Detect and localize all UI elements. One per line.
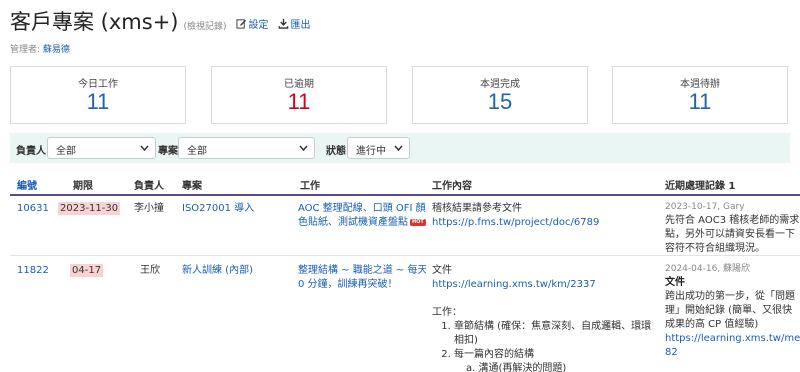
table-header: 編號 期限 負責人 專案 工作 工作內容 近期處理記錄 1 [10, 168, 800, 196]
owner-select-value: 全部 [56, 146, 76, 157]
task-id-link[interactable]: 10631 [17, 202, 49, 216]
log-text-line: 點，另外可以請資安長看一下 [665, 229, 795, 240]
log-text-line: 容符不符合組織現況。 [665, 243, 765, 254]
list-item: 章節結構 (確保：焦意深刻、自成邏輯、環環相扣) [454, 320, 662, 348]
export-label: 匯出 [290, 20, 311, 31]
log-url-link[interactable]: 82 [665, 346, 800, 360]
log-url-link[interactable]: https://learning.xms.tw/media [665, 332, 800, 346]
deadline-value: 2023-11-30 [58, 202, 121, 215]
log-text-line: 先符合 AOC3 稽核老師的需求 [665, 215, 800, 226]
task-text-line: 色貼紙、測試機資產盤點 [298, 217, 408, 228]
task-text-line: 整理結構 ~ 職能之道 ~ 每天 1 [298, 265, 426, 276]
table-row: 11822 04-17 王欣 新人訓練 (內部) 整理結構 ~ 職能之道 ~ 每… [10, 258, 800, 372]
task-text-line: AOC 整理配線、口頭 OFI 顏 [298, 203, 426, 214]
owner-select[interactable]: 全部 [47, 137, 156, 159]
summary-cards: 今日工作 11 已逾期 11 本週完成 15 本週待辦 11 [10, 66, 790, 124]
card-value: 15 [487, 89, 513, 114]
col-header-content: 工作內容 [432, 181, 472, 192]
card-today[interactable]: 今日工作 11 [10, 66, 186, 124]
project-link[interactable]: ISO27001 導入 [182, 202, 254, 216]
log-title: 文件 [665, 277, 685, 288]
deadline-badge: 04-17 [70, 264, 104, 278]
card-value: 11 [688, 89, 712, 114]
content-section-title: 工作： [432, 307, 462, 318]
log-meta: 2023-10-17, Gary [665, 202, 745, 212]
content-text: 稽核結果請參考文件 [432, 203, 522, 214]
card-completed-this-week[interactable]: 本週完成 15 [412, 66, 588, 124]
deadline-value: 04-17 [70, 264, 104, 277]
project-link[interactable]: 新人訓練 (內部) [182, 264, 253, 278]
card-label: 已逾期 [284, 79, 314, 90]
task-text-line: 0 分鐘，訓練再突破！ [298, 279, 398, 290]
task-content: 稽核結果請參考文件 https://p.fms.tw/project/doc/6… [432, 202, 657, 230]
sub-list-item: a. 溝通(再解決的問題) [466, 363, 567, 372]
view-log-link[interactable]: (檢視記錄) [183, 19, 226, 32]
card-value: 11 [86, 89, 110, 114]
card-label: 今日工作 [78, 79, 118, 90]
owner-filter-label: 負責人 [16, 146, 46, 157]
filter-bar: 負責人 全部 專案 全部 狀態 進行中 [10, 133, 790, 163]
log-meta: 2024-04-16, 蘇陽欣 [665, 264, 751, 274]
table-row: 10631 2023-11-30 李小撞 ISO27001 導入 AOC 整理配… [10, 198, 800, 256]
owner-name: 李小撞 [134, 203, 164, 214]
content-list: 章節結構 (確保：焦意深刻、自成邏輯、環環相扣) 每一篇內容的結構 [432, 320, 662, 362]
task-link[interactable]: 整理結構 ~ 職能之道 ~ 每天 1 0 分鐘，訓練再突破！ [298, 264, 426, 292]
download-icon [278, 18, 288, 29]
recent-log: 2024-04-16, 蘇陽欣 文件 跨出成功的第一步，從「問題 理」開始紀錄 … [665, 262, 800, 360]
chevron-down-icon [299, 145, 308, 152]
manager-label: 管理者: [10, 45, 41, 55]
col-header-deadline: 期限 [73, 181, 93, 192]
status-select-value: 進行中 [356, 146, 386, 157]
card-value: 11 [287, 89, 311, 114]
task-content: 文件 https://learning.xms.tw/km/2337 工作： 章… [432, 264, 662, 372]
card-label: 本週完成 [480, 79, 520, 90]
owner-name: 王欣 [140, 265, 160, 276]
col-header-owner: 負責人 [134, 181, 164, 192]
settings-label: 設定 [248, 20, 269, 31]
col-header-id[interactable]: 編號 [17, 177, 37, 192]
deadline-badge: 2023-11-30 [58, 202, 121, 216]
col-header-task: 工作 [300, 181, 320, 192]
project-select-value: 全部 [187, 146, 207, 157]
content-url-link[interactable]: https://p.fms.tw/project/doc/6789 [432, 217, 599, 228]
hot-badge: HOT [410, 218, 426, 226]
task-link[interactable]: AOC 整理配線、口頭 OFI 顏 色貼紙、測試機資產盤點 HOT [298, 202, 426, 230]
project-select[interactable]: 全部 [178, 137, 315, 159]
page-header: 客戶專案 (xms+) (檢視記錄) 設定 匯出 [10, 6, 311, 34]
chevron-down-icon [394, 145, 403, 152]
log-text-line: 理」開始紀錄 (簡單、又很快 [665, 305, 793, 316]
col-header-recent-log: 近期處理記錄 1 [665, 181, 736, 192]
card-todo-this-week[interactable]: 本週待辦 11 [612, 66, 788, 124]
task-id-link[interactable]: 11822 [17, 264, 49, 278]
edit-icon [235, 19, 246, 29]
col-header-project: 專案 [182, 181, 202, 192]
project-filter-label: 專案 [158, 146, 178, 157]
card-label: 本週待辦 [680, 79, 720, 90]
settings-link[interactable]: 設定 [235, 16, 269, 31]
page-title: 客戶專案 (xms+) [10, 10, 179, 34]
card-overdue[interactable]: 已逾期 11 [211, 66, 387, 124]
export-link[interactable]: 匯出 [278, 16, 311, 31]
status-select[interactable]: 進行中 [347, 137, 410, 159]
log-text-line: 跨出成功的第一步，從「問題 [665, 291, 795, 302]
manager-name-link[interactable]: 蘇易德 [43, 45, 70, 55]
chevron-down-icon [140, 145, 149, 152]
recent-log: 2023-10-17, Gary 先符合 AOC3 稽核老師的需求 點，另外可以… [665, 200, 800, 256]
manager-line: 管理者: 蘇易德 [10, 42, 70, 55]
log-text-line: 成果的高 CP 值經驗) [665, 319, 759, 330]
status-filter-label: 狀態 [326, 146, 346, 157]
content-text: 文件 [432, 265, 452, 276]
list-item: 每一篇內容的結構 [454, 348, 662, 362]
content-url-link[interactable]: https://learning.xms.tw/km/2337 [432, 279, 596, 290]
